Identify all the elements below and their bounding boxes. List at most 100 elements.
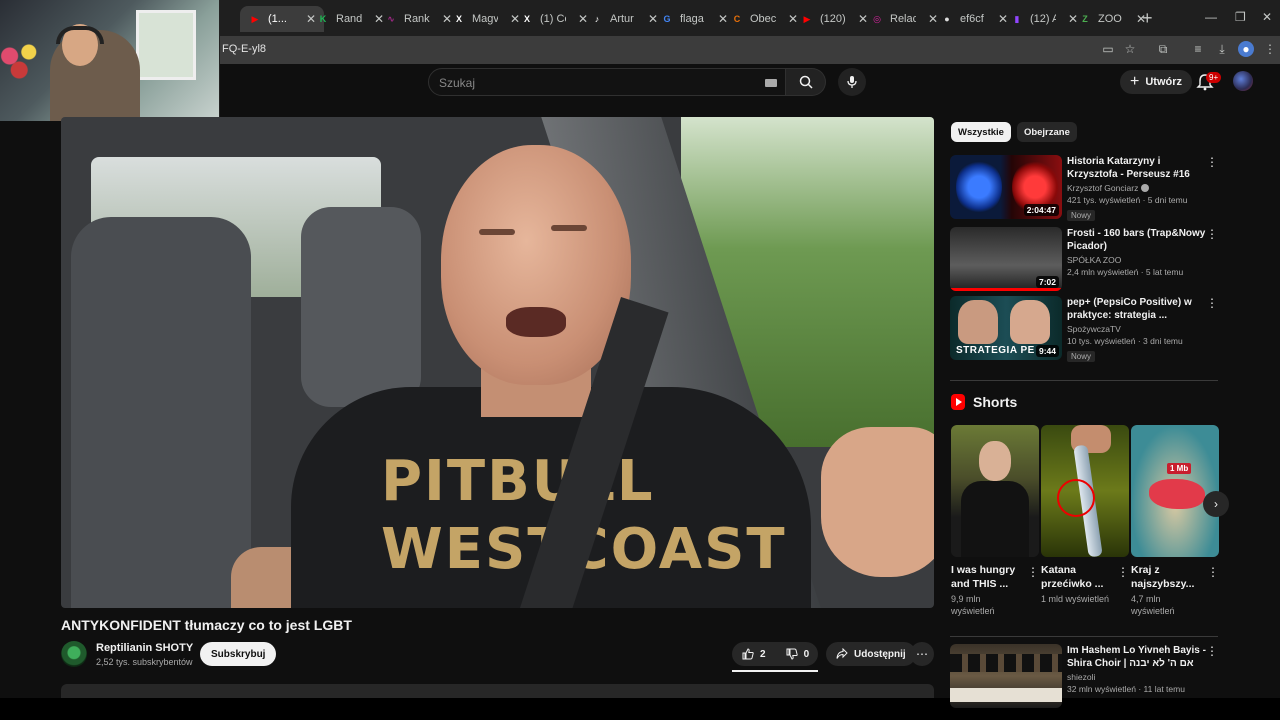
video-duration: 9:44 (1035, 345, 1059, 357)
chip-watched[interactable]: Obejrzane (1016, 122, 1077, 142)
share-label: Udostępnij (854, 648, 906, 660)
search-input[interactable]: Szukaj (439, 76, 475, 90)
recommendation-title[interactable]: Historia Katarzyny i Krzysztofa - Perseu… (1067, 155, 1207, 181)
address-bar[interactable]: FQ-E-yl8 (222, 43, 266, 55)
keyboard-icon[interactable] (765, 79, 777, 87)
short-item[interactable]: I was hungry and THIS ... 9,9 mln wyświe… (951, 425, 1039, 617)
search-button[interactable] (786, 68, 826, 96)
video-frame: PITBULL WESTCOAST (61, 117, 934, 608)
cast-icon[interactable]: ▭ (1100, 41, 1116, 57)
gesturing-hand (821, 427, 934, 577)
video-title: ANTYKONFIDENT tłumaczy co to jest LGBT (61, 617, 352, 633)
new-badge: Nowy (1067, 351, 1096, 362)
video-duration: 7:02 (1035, 276, 1059, 288)
more-vertical-icon[interactable]: ⋮ (1117, 565, 1129, 579)
microphone-icon (847, 76, 857, 88)
channel-avatar[interactable] (61, 641, 87, 667)
browser-tab-label: Ranki (404, 13, 430, 25)
recommendation-channel[interactable]: SpożywczaTV (1067, 324, 1121, 334)
account-avatar[interactable] (1233, 71, 1253, 91)
recommendation-channel[interactable]: SPÓŁKA ZOO (1067, 255, 1121, 265)
recommendation-thumbnail[interactable]: STRATEGIA PE 9:44 (950, 296, 1062, 360)
recommendation-thumbnail[interactable] (950, 644, 1062, 708)
recommendation-channel[interactable]: Krzysztof Gonciarz (1067, 183, 1138, 193)
thumbnail-person-face (979, 441, 1011, 481)
eyebrow-left (479, 229, 515, 235)
new-tab-button[interactable]: + (1142, 8, 1153, 29)
webcam-overlay (0, 0, 220, 121)
browser-tab-label: (120) (820, 13, 846, 25)
recommendation-title[interactable]: Im Hashem Lo Yivneh Bayis - Shira Choir … (1067, 644, 1207, 670)
thumbnail-label: 1 Mb (1167, 463, 1192, 474)
search-icon (799, 75, 813, 89)
short-title[interactable]: Kraj z najszybszy... (1131, 563, 1205, 591)
like-dislike-group: 2 0 (732, 642, 818, 666)
description-box[interactable] (61, 684, 934, 698)
browser-tab-label: Artur (610, 13, 634, 25)
media-controls-icon[interactable]: ≡ (1190, 41, 1206, 57)
section-divider (950, 636, 1218, 637)
browser-tab-label: (1) Co (540, 13, 566, 25)
video-duration: 2:04:47 (1023, 204, 1059, 216)
create-label: Utwórz (1145, 76, 1183, 88)
minimize-icon[interactable]: — (1205, 10, 1217, 24)
like-button[interactable]: 2 (732, 642, 776, 666)
short-item[interactable]: 1 Mb Kraj z najszybszy... 4,7 mln wyświe… (1131, 425, 1219, 617)
k-icon: K (319, 14, 327, 24)
browser-menu-icon[interactable]: ⋮ (1262, 41, 1278, 57)
webcam-plush-toys (0, 40, 48, 80)
short-views: 4,7 mln wyświetleń (1131, 594, 1175, 616)
short-item[interactable]: Katana przećiwko ... 1 mld wyświetleń ⋮ (1041, 425, 1129, 605)
maximize-icon[interactable]: ❐ (1235, 10, 1246, 24)
more-vertical-icon[interactable]: ⋮ (1027, 565, 1039, 579)
more-vertical-icon[interactable]: ⋮ (1206, 296, 1218, 310)
recommendation-title[interactable]: pep+ (PepsiCo Positive) w praktyce: stra… (1067, 296, 1207, 322)
more-vertical-icon[interactable]: ⋮ (1206, 227, 1218, 241)
more-actions-button[interactable]: ⋯ (910, 642, 934, 666)
recommendation-item[interactable]: STRATEGIA PE 9:44 pep+ (PepsiCo Positive… (950, 296, 1220, 362)
more-vertical-icon[interactable]: ⋮ (1206, 155, 1218, 169)
browser-tab-label: (12) A (1030, 13, 1056, 25)
more-vertical-icon[interactable]: ⋮ (1207, 565, 1219, 579)
short-thumbnail[interactable]: 1 Mb (1131, 425, 1219, 557)
video-player[interactable]: PITBULL WESTCOAST (61, 117, 934, 608)
short-views: 1 mld wyświetleń (1041, 594, 1110, 604)
man-face (441, 145, 631, 385)
download-icon[interactable]: ⤓ (1214, 41, 1230, 57)
channel-name[interactable]: Reptilianin SHOTY (96, 642, 193, 654)
youtube-icon: ▶ (251, 13, 259, 24)
recommendation-thumbnail[interactable]: 7:02 (950, 227, 1062, 291)
browser-tab-label: ef6cf (960, 13, 984, 25)
extensions-icon[interactable]: ⧉ (1155, 41, 1171, 57)
create-button[interactable]: + Utwórz (1120, 70, 1193, 94)
bookmark-star-icon[interactable]: ☆ (1122, 41, 1138, 57)
short-thumbnail[interactable] (1041, 425, 1129, 557)
close-window-icon[interactable]: ✕ (1262, 10, 1272, 24)
recommendation-title[interactable]: Frosti - 160 bars (Trap&Nowy Picador) (1067, 227, 1207, 253)
short-thumbnail[interactable] (951, 425, 1039, 557)
recommendation-item[interactable]: Im Hashem Lo Yivneh Bayis - Shira Choir … (950, 644, 1220, 710)
subscribe-button[interactable]: Subskrybuj (200, 642, 277, 666)
voice-search-button[interactable] (838, 68, 866, 96)
short-title[interactable]: I was hungry and THIS ... (951, 563, 1025, 591)
chip-all[interactable]: Wszystkie (951, 122, 1011, 142)
x-icon: X (523, 14, 530, 24)
recommendation-views: 32 mln wyświetleń · 11 lat temu (1067, 684, 1185, 694)
more-vertical-icon[interactable]: ⋮ (1206, 644, 1218, 658)
shorts-next-button[interactable]: › (1203, 491, 1229, 517)
shorts-header: Shorts (951, 394, 1017, 410)
search-box[interactable]: Szukaj (428, 68, 786, 96)
profile-icon[interactable]: ● (1238, 41, 1254, 57)
thumbnail-choir (950, 654, 1062, 672)
headphones-icon (56, 26, 104, 44)
recommendation-channel[interactable]: shiezoli (1067, 672, 1095, 682)
car-seat (71, 217, 251, 608)
recommendation-item[interactable]: 2:04:47 Historia Katarzyny i Krzysztofa … (950, 155, 1220, 221)
share-button[interactable]: Udostępnij (826, 642, 916, 666)
dislike-button[interactable]: 0 (776, 642, 820, 666)
recommendation-thumbnail[interactable]: 2:04:47 (950, 155, 1062, 219)
recommendation-item[interactable]: 7:02 Frosti - 160 bars (Trap&Nowy Picado… (950, 227, 1220, 293)
short-title[interactable]: Katana przećiwko ... (1041, 563, 1115, 591)
c-icon: C (733, 14, 741, 24)
x-icon: X (455, 14, 462, 24)
